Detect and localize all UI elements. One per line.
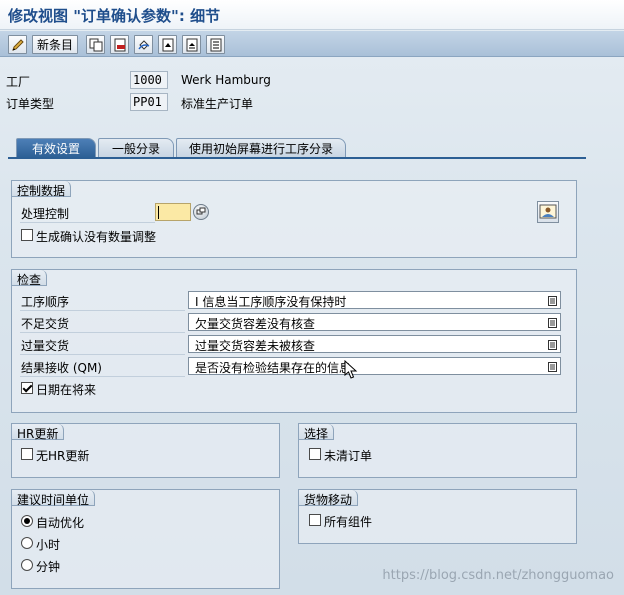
time-unit-group: 建议时间单位 自动优化 小时 分钟 [11, 489, 280, 589]
underdelivery-value: 欠量交货容差没有核查 [195, 317, 316, 331]
overdelivery-select[interactable]: 过量交货容差未被核查 [188, 335, 561, 353]
underdelivery-select[interactable]: 欠量交货容差没有核查 [188, 313, 561, 331]
time-unit-title: 建议时间单位 [12, 490, 96, 507]
row-divider [20, 354, 185, 355]
gen-confirm-label: 生成确认没有数量调整 [36, 230, 157, 244]
previous-entry-icon[interactable] [182, 35, 201, 54]
watermark: https://blog.csdn.net/zhongguomao [382, 568, 614, 583]
auto-optimize-label: 自动优化 [36, 516, 85, 530]
gen-confirm-checkbox[interactable] [21, 229, 33, 241]
date-future-checkbox[interactable] [21, 382, 33, 394]
process-control-label: 处理控制 [21, 207, 70, 221]
new-entries-button[interactable]: 新条目 [32, 35, 79, 54]
minute-label: 分钟 [36, 560, 61, 574]
delete-icon[interactable] [110, 35, 129, 54]
process-control-input[interactable] [155, 203, 191, 221]
first-entry-icon[interactable] [158, 35, 177, 54]
result-recording-label: 结果接收 (QM) [21, 361, 102, 375]
next-entry-icon[interactable] [206, 35, 225, 54]
order-type-description: 标准生产订单 [181, 97, 254, 111]
row-divider [20, 222, 155, 223]
selection-group: 选择 未清订单 [298, 423, 577, 478]
value-help-icon[interactable] [193, 204, 209, 220]
page-title: 修改视图 "订单确认参数": 细节 [8, 7, 221, 25]
uncleared-orders-checkbox[interactable] [309, 448, 321, 460]
overdelivery-value: 过量交货容差未被核查 [195, 339, 316, 353]
hour-radio[interactable] [21, 537, 33, 549]
hr-update-group: HR更新 无HR更新 [11, 423, 280, 478]
selection-title: 选择 [299, 424, 335, 441]
row-divider [20, 332, 185, 333]
control-data-group: 控制数据 处理控制 生成确认没有数量调整 [11, 180, 577, 258]
copy-icon[interactable] [86, 35, 105, 54]
auto-optimize-radio[interactable] [21, 515, 33, 527]
all-components-checkbox[interactable] [309, 514, 321, 526]
checks-title: 检查 [12, 270, 48, 287]
text-caret [158, 206, 159, 219]
no-hr-update-label: 无HR更新 [36, 449, 90, 463]
title-bar: 修改视图 "订单确认参数": 细节 [0, 0, 624, 30]
mouse-pointer-icon [344, 359, 358, 383]
all-components-label: 所有组件 [324, 515, 373, 529]
order-type-label: 订单类型 [6, 97, 55, 111]
goods-movement-group: 货物移动 所有组件 [298, 489, 577, 544]
plant-label: 工厂 [6, 75, 31, 89]
order-type-field: PP01 [130, 93, 168, 111]
dropdown-icon[interactable] [548, 295, 557, 308]
application-toolbar: 新条目 [0, 31, 624, 57]
tab-general-entry[interactable]: 一般分录 [98, 138, 174, 158]
undo-icon[interactable] [134, 35, 153, 54]
row-divider [20, 310, 185, 311]
dropdown-icon[interactable] [548, 339, 557, 352]
hr-update-title: HR更新 [12, 424, 65, 441]
no-hr-update-checkbox[interactable] [21, 448, 33, 460]
tab-effective-settings[interactable]: 有效设置 [16, 138, 96, 158]
date-future-label: 日期在将来 [36, 383, 97, 397]
operation-sequence-value: I 信息当工序顺序没有保持时 [195, 295, 347, 309]
tab-initial-screen-entry[interactable]: 使用初始屏幕进行工序分录 [176, 138, 346, 158]
plant-description: Werk Hamburg [181, 73, 271, 87]
hour-label: 小时 [36, 538, 61, 552]
result-recording-value: 是否没有检验结果存在的信息 [195, 361, 352, 375]
result-recording-select[interactable]: 是否没有检验结果存在的信息 [188, 357, 561, 375]
picture-icon[interactable] [537, 201, 559, 223]
operation-sequence-select[interactable]: I 信息当工序顺序没有保持时 [188, 291, 561, 309]
dropdown-icon[interactable] [548, 361, 557, 374]
operation-sequence-label: 工序顺序 [21, 295, 70, 309]
plant-field: 1000 [130, 71, 168, 89]
control-data-title: 控制数据 [12, 181, 72, 198]
uncleared-orders-label: 未清订单 [324, 449, 373, 463]
row-divider [20, 376, 185, 377]
overdelivery-label: 过量交货 [21, 339, 70, 353]
checks-group: 检查 工序顺序 I 信息当工序顺序没有保持时 不足交货 欠量交货容差没有核查 过… [11, 269, 577, 413]
goods-movement-title: 货物移动 [299, 490, 359, 507]
tabstrip-divider [8, 157, 586, 159]
underdelivery-label: 不足交货 [21, 317, 70, 331]
dropdown-icon[interactable] [548, 317, 557, 330]
minute-radio[interactable] [21, 559, 33, 571]
display-change-icon[interactable] [8, 35, 27, 54]
